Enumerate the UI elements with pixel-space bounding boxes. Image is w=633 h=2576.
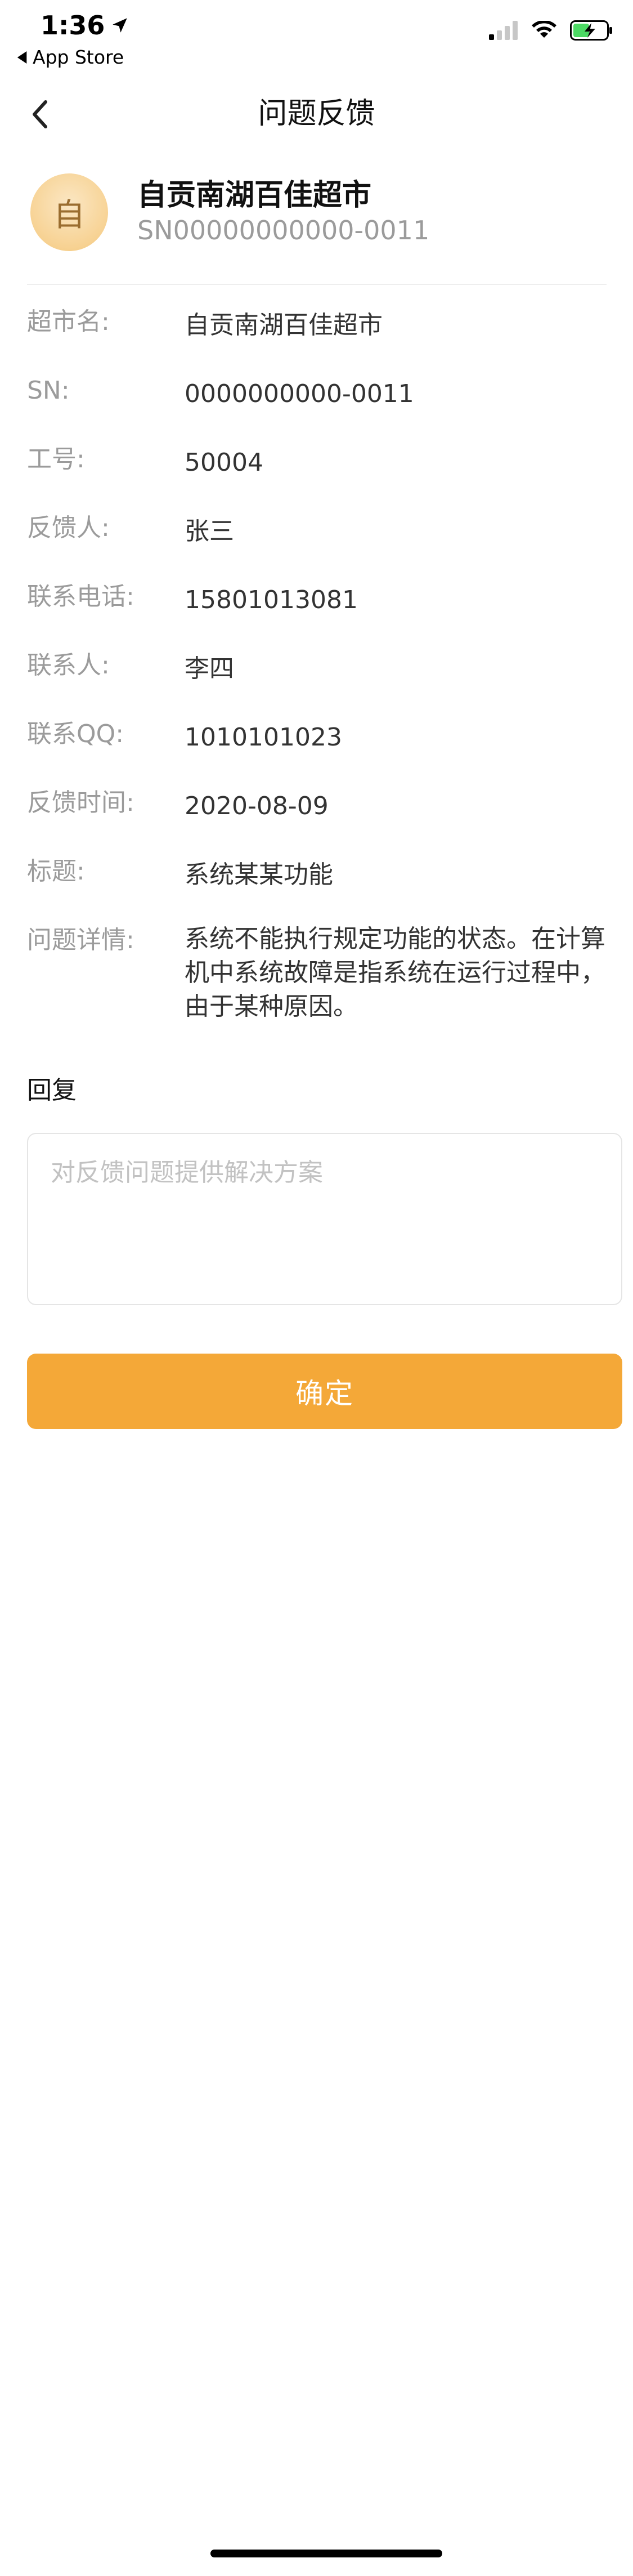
info-list: 超市名: 自贡南湖百佳超市 SN: 0000000000-0011 工号: 50… (27, 304, 612, 1024)
info-row-contact: 联系人: 李四 (27, 648, 612, 716)
info-label: 联系QQ: (27, 720, 124, 748)
info-value: 系统某某功能 (185, 860, 333, 889)
battery-charging-icon (570, 20, 612, 41)
status-time-text: 1:36 (41, 10, 105, 41)
info-row-store-name: 超市名: 自贡南湖百佳超市 (27, 304, 612, 373)
info-label: 联系电话: (27, 582, 134, 611)
confirm-button[interactable]: 确定 (27, 1354, 622, 1429)
wifi-icon (532, 21, 556, 38)
store-sn: SN00000000000-0011 (137, 215, 430, 245)
info-row-reporter: 反馈人: 张三 (27, 510, 612, 579)
info-value: 系统不能执行规定功能的状态。在计算机中系统故障是指系统在运行过程中，由于某种原因… (185, 925, 605, 1021)
info-value: 2020-08-09 (185, 792, 329, 820)
cellular-signal-icon (489, 21, 518, 40)
info-row-qq: 联系QQ: 1010101023 (27, 716, 612, 785)
page-title: 问题反馈 (258, 97, 375, 131)
divider (27, 284, 607, 285)
status-bar: 1:36 App Store (0, 0, 633, 74)
status-time: 1:36 (41, 10, 129, 41)
info-value: 15801013081 (185, 586, 358, 614)
info-row-phone: 联系电话: 15801013081 (27, 579, 612, 648)
reply-input[interactable] (27, 1133, 622, 1305)
location-arrow-icon (113, 18, 128, 33)
info-value: 李四 (185, 654, 234, 683)
back-triangle-icon (17, 51, 27, 64)
store-header: 自 自贡南湖百佳超市 SN00000000000-0011 (27, 167, 607, 279)
info-label: 反馈人: (27, 514, 110, 542)
home-indicator[interactable] (210, 2550, 442, 2557)
store-name: 自贡南湖百佳超市 (137, 178, 372, 212)
info-value: 1010101023 (185, 723, 342, 752)
info-row-details: 问题详情: 系统不能执行规定功能的状态。在计算机中系统故障是指系统在运行过程中，… (27, 922, 612, 1024)
info-value: 自贡南湖百佳超市 (185, 311, 383, 340)
info-row-feedback-time: 反馈时间: 2020-08-09 (27, 785, 612, 854)
nav-bar: 问题反馈 (0, 79, 633, 149)
info-label: 联系人: (27, 651, 110, 680)
info-row-sn: SN: 0000000000-0011 (27, 373, 612, 441)
info-label: 标题: (27, 857, 85, 886)
info-value: 50004 (185, 448, 263, 477)
info-label: 工号: (27, 445, 85, 474)
info-row-title: 标题: 系统某某功能 (27, 854, 612, 922)
back-to-app-label: App Store (33, 46, 124, 68)
reply-title: 回复 (27, 1076, 77, 1105)
info-value: 张三 (185, 517, 234, 546)
status-icons (489, 20, 613, 41)
info-label: SN: (27, 376, 70, 405)
info-row-employee-id: 工号: 50004 (27, 441, 612, 510)
info-label: 超市名: (27, 307, 110, 336)
info-label: 反馈时间: (27, 788, 134, 817)
back-to-app-link[interactable]: App Store (17, 46, 124, 68)
avatar: 自 (30, 173, 108, 251)
info-label: 问题详情: (27, 926, 134, 954)
info-value: 0000000000-0011 (185, 380, 414, 408)
